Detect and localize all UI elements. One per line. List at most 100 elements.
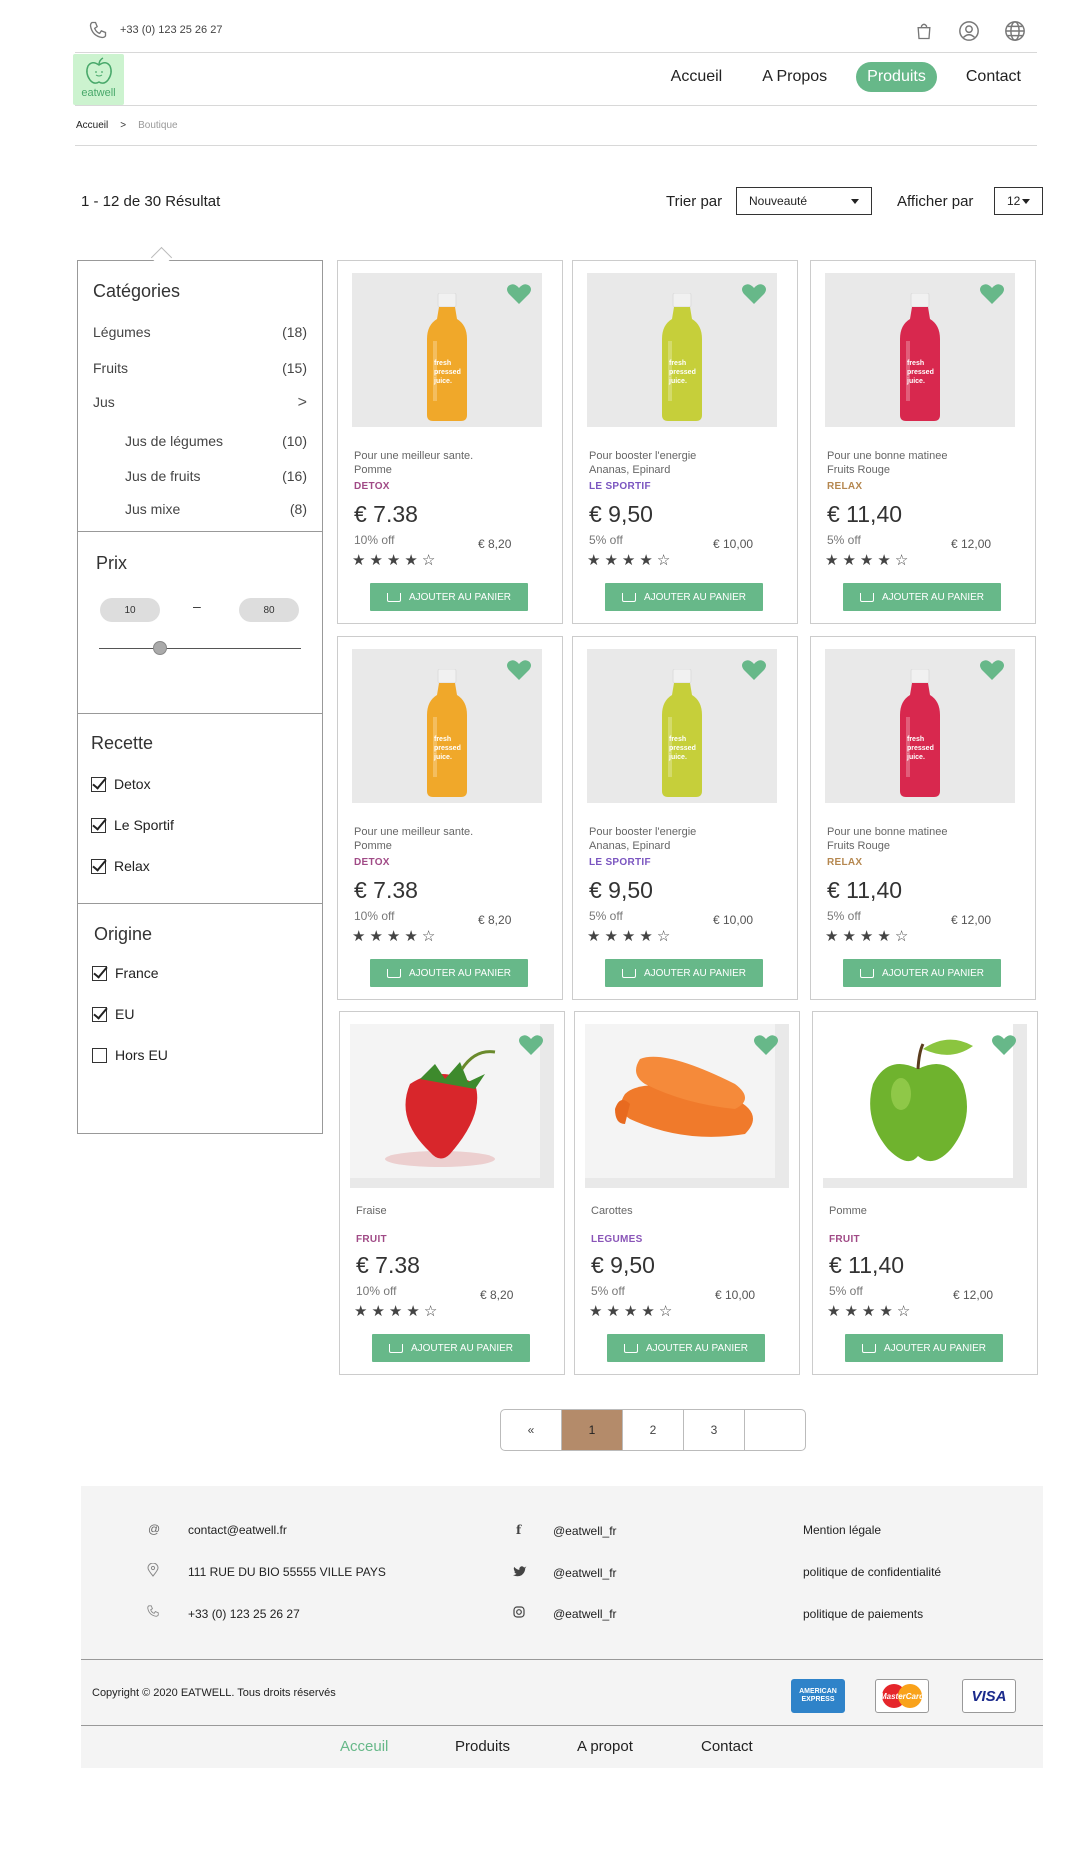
- globe-icon[interactable]: [1004, 20, 1026, 42]
- facebook-icon[interactable]: f: [516, 1523, 521, 1537]
- logo[interactable]: eatwell: [73, 54, 124, 105]
- category-legumes[interactable]: Légumes (18): [93, 324, 307, 340]
- favorite-heart-icon[interactable]: [506, 283, 532, 310]
- footer-privacy-link[interactable]: politique de confidentialité: [803, 1565, 941, 1579]
- product-image[interactable]: fresh pressed juice.: [352, 649, 542, 803]
- sort-select[interactable]: Nouveauté: [736, 187, 872, 215]
- footer-facebook[interactable]: @eatwell_fr: [553, 1524, 617, 1538]
- favorite-heart-icon[interactable]: [979, 283, 1005, 310]
- add-to-cart-button[interactable]: AJOUTER AU PANIER: [843, 583, 1001, 611]
- price-slider-thumb[interactable]: [152, 641, 167, 655]
- add-to-cart-button[interactable]: AJOUTER AU PANIER: [843, 959, 1001, 987]
- twitter-icon[interactable]: [513, 1565, 527, 1577]
- category-fruits[interactable]: Fruits (15): [93, 360, 307, 376]
- subcategory-jus-fruits[interactable]: Jus de fruits (16): [125, 468, 307, 484]
- favorite-heart-icon[interactable]: [741, 283, 767, 310]
- price-range-dash: –: [193, 598, 201, 614]
- checkbox[interactable]: [91, 776, 106, 792]
- checkbox[interactable]: [92, 1006, 107, 1022]
- product-image[interactable]: [823, 1024, 1027, 1188]
- product-image[interactable]: fresh pressed juice.: [587, 273, 777, 427]
- product-price: € 11,40: [829, 1252, 905, 1278]
- product-card[interactable]: fresh pressed juice. Pour une meilleur sant…: [337, 636, 563, 1000]
- add-to-cart-button[interactable]: AJOUTER AU PANIER: [370, 959, 528, 987]
- footer-nav-a-propos[interactable]: A propot: [577, 1738, 633, 1755]
- category-jus[interactable]: Jus >: [93, 394, 307, 412]
- subcategory-jus-mixe[interactable]: Jus mixe (8): [125, 501, 307, 517]
- price-min-input[interactable]: 10: [100, 598, 160, 622]
- favorite-heart-icon[interactable]: [979, 659, 1005, 686]
- checkbox[interactable]: [92, 965, 107, 981]
- footer-nav-accueil[interactable]: Acceuil: [340, 1738, 388, 1755]
- origin-eu[interactable]: EU: [92, 1006, 134, 1022]
- nav-a-propos[interactable]: A Propos: [751, 62, 838, 92]
- footer-legal-link[interactable]: Mention légale: [803, 1523, 881, 1537]
- subcategory-jus-legumes[interactable]: Jus de légumes (10): [125, 433, 307, 449]
- breadcrumb-home[interactable]: Accueil: [76, 120, 108, 131]
- product-card[interactable]: Pomme FRUIT € 11,40 5% off € 12,00 ★★★★☆ AJOUT…: [812, 1011, 1038, 1375]
- star-empty-icon: ☆: [894, 928, 913, 945]
- product-card[interactable]: fresh pressed juice. Pour booster l'energie…: [572, 636, 798, 1000]
- add-to-cart-button[interactable]: AJOUTER AU PANIER: [607, 1334, 765, 1362]
- footer-nav-contact[interactable]: Contact: [701, 1738, 753, 1755]
- nav-contact[interactable]: Contact: [955, 62, 1032, 92]
- footer-twitter[interactable]: @eatwell_fr: [553, 1566, 617, 1580]
- shopping-bag-icon[interactable]: [914, 21, 934, 41]
- pagination-prev[interactable]: «: [501, 1410, 562, 1450]
- checkbox[interactable]: [91, 858, 106, 874]
- origin-hors-eu[interactable]: Hors EU: [92, 1047, 168, 1063]
- add-to-cart-button[interactable]: AJOUTER AU PANIER: [605, 959, 763, 987]
- footer-payments-link[interactable]: politique de paiements: [803, 1607, 923, 1621]
- add-to-cart-button[interactable]: AJOUTER AU PANIER: [605, 583, 763, 611]
- product-price: € 11,40: [827, 877, 903, 903]
- product-rating: ★★★★☆: [589, 1302, 676, 1320]
- footer-nav-produits[interactable]: Produits: [455, 1738, 510, 1755]
- product-card[interactable]: fresh pressed juice. Pour une bonne matinee…: [810, 636, 1036, 1000]
- product-image[interactable]: fresh pressed juice.: [825, 273, 1015, 427]
- pagination-page-2[interactable]: 2: [623, 1410, 684, 1450]
- price-slider-track[interactable]: [99, 641, 301, 655]
- user-account-icon[interactable]: [958, 20, 980, 42]
- footer-email[interactable]: contact@eatwell.fr: [188, 1523, 287, 1537]
- favorite-heart-icon[interactable]: [753, 1034, 779, 1061]
- add-to-cart-button[interactable]: AJOUTER AU PANIER: [372, 1334, 530, 1362]
- product-image[interactable]: fresh pressed juice.: [825, 649, 1015, 803]
- footer-instagram[interactable]: @eatwell_fr: [553, 1607, 617, 1621]
- phone-icon: [147, 1605, 159, 1617]
- favorite-heart-icon[interactable]: [741, 659, 767, 686]
- add-to-cart-button[interactable]: AJOUTER AU PANIER: [845, 1334, 1003, 1362]
- product-card[interactable]: fresh pressed juice. Pour une bonne matinee…: [810, 260, 1036, 624]
- star-filled-icon: ★: [369, 552, 387, 569]
- recipe-le-sportif[interactable]: Le Sportif: [91, 817, 174, 833]
- product-rating: ★★★★☆: [352, 927, 439, 945]
- checkbox[interactable]: [92, 1047, 107, 1063]
- instagram-icon[interactable]: [513, 1606, 525, 1618]
- product-tag: RELAX: [827, 481, 863, 492]
- favorite-heart-icon[interactable]: [518, 1034, 544, 1061]
- pagination-page-3[interactable]: 3: [684, 1410, 745, 1450]
- product-description: Pour une bonne matinee Fruits Rouge: [827, 825, 947, 853]
- product-image[interactable]: fresh pressed juice.: [352, 273, 542, 427]
- recipe-relax[interactable]: Relax: [91, 858, 150, 874]
- checkbox[interactable]: [91, 817, 106, 833]
- recipe-detox[interactable]: Detox: [91, 776, 151, 792]
- nav-produits[interactable]: Produits: [856, 62, 937, 92]
- pagination: « 1 2 3: [500, 1409, 806, 1451]
- favorite-heart-icon[interactable]: [506, 659, 532, 686]
- price-max-input[interactable]: 80: [239, 598, 299, 622]
- perpage-select[interactable]: 12: [994, 187, 1043, 215]
- favorite-heart-icon[interactable]: [991, 1034, 1017, 1061]
- product-image[interactable]: [585, 1024, 789, 1188]
- pagination-page-1[interactable]: 1: [562, 1410, 623, 1450]
- product-card[interactable]: Fraise FRUIT € 7.38 10% off € 8,20 ★★★★☆ AJOUT…: [339, 1011, 565, 1375]
- product-card[interactable]: Carottes LEGUMES € 9,50 5% off € 10,00 ★★★★☆ A…: [574, 1011, 800, 1375]
- nav-divider: [75, 105, 1037, 106]
- product-image[interactable]: fresh pressed juice.: [587, 649, 777, 803]
- pagination-next[interactable]: [745, 1410, 805, 1450]
- product-card[interactable]: fresh pressed juice. Pour une meilleur sant…: [337, 260, 563, 624]
- origin-france[interactable]: France: [92, 965, 159, 981]
- product-image[interactable]: [350, 1024, 554, 1188]
- add-to-cart-button[interactable]: AJOUTER AU PANIER: [370, 583, 528, 611]
- nav-accueil[interactable]: Accueil: [660, 62, 734, 92]
- product-card[interactable]: fresh pressed juice. Pour booster l'energie…: [572, 260, 798, 624]
